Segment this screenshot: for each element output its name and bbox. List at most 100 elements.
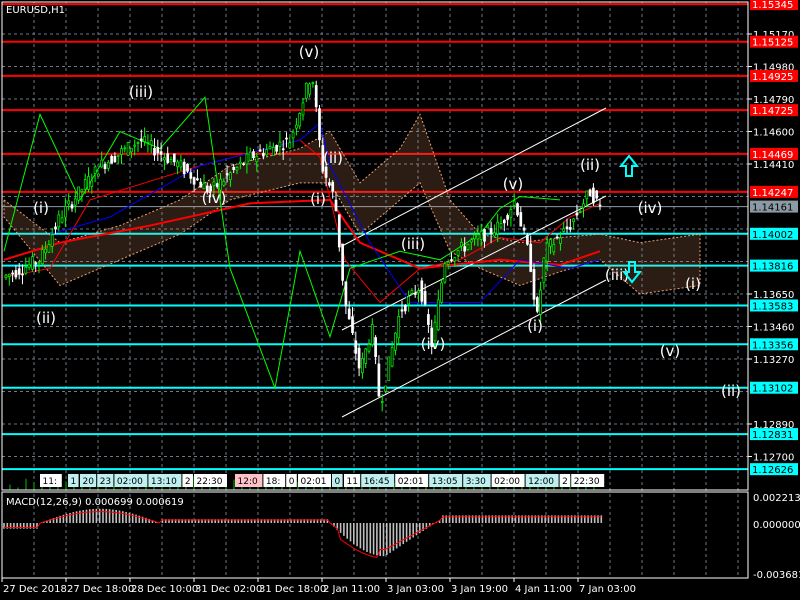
candle-body bbox=[502, 219, 506, 224]
candle-body bbox=[443, 263, 447, 283]
candle-body bbox=[265, 149, 269, 156]
candle-body bbox=[357, 347, 361, 369]
wave-label: (i) bbox=[33, 199, 49, 217]
session-tag: 22:30 bbox=[197, 477, 223, 487]
candle-body bbox=[377, 363, 381, 397]
candle-body bbox=[578, 211, 582, 213]
candle-body bbox=[199, 181, 203, 188]
candle-body bbox=[189, 172, 193, 179]
candle-body bbox=[460, 242, 463, 247]
candle-body bbox=[489, 228, 493, 235]
wave-label: (iv) bbox=[202, 189, 227, 207]
candle-body bbox=[182, 161, 186, 175]
candle-body bbox=[245, 153, 249, 165]
candle-body bbox=[311, 82, 315, 84]
candle-body bbox=[90, 180, 94, 187]
candle-body bbox=[397, 315, 401, 339]
candle-body bbox=[163, 157, 166, 161]
candle-body bbox=[367, 344, 371, 352]
price-tick: 1.12700 bbox=[753, 452, 794, 463]
candle-body bbox=[552, 243, 556, 253]
candle-body bbox=[446, 261, 450, 265]
candle-body bbox=[344, 281, 348, 307]
candle-body bbox=[519, 212, 523, 227]
candle-body bbox=[420, 280, 424, 302]
time-axis[interactable]: 27 Dec 2018 27 Dec 18:0028 Dec 10:0031 De… bbox=[1, 578, 636, 595]
candle-body bbox=[516, 203, 519, 216]
candle-body bbox=[318, 108, 321, 141]
candle-body bbox=[298, 113, 302, 127]
session-tag: 02:01 bbox=[301, 477, 327, 487]
candle-body bbox=[440, 282, 443, 303]
candle-body bbox=[262, 152, 265, 157]
candle-body bbox=[334, 199, 338, 212]
candle-body bbox=[27, 263, 31, 268]
candle-body bbox=[255, 155, 259, 163]
ichimoku-cloud bbox=[3, 113, 701, 295]
candle-body bbox=[331, 181, 335, 192]
session-tag: 12:00 bbox=[528, 477, 554, 487]
candle-body bbox=[545, 242, 549, 262]
candle-body bbox=[539, 289, 542, 315]
session-tag: 0 bbox=[289, 477, 295, 487]
candle-body bbox=[87, 176, 90, 190]
candle-body bbox=[116, 154, 120, 157]
session-tag: 11: bbox=[43, 477, 57, 487]
macd-tick: 0.002213 bbox=[753, 493, 800, 504]
candle-body bbox=[179, 160, 183, 168]
candle-body bbox=[370, 324, 374, 345]
candle-body bbox=[64, 206, 67, 218]
candle-body bbox=[364, 348, 368, 364]
cloud-fill bbox=[4, 114, 700, 294]
candle-body bbox=[57, 214, 61, 228]
candle-body bbox=[588, 189, 592, 197]
candle-body bbox=[427, 314, 430, 325]
candle-body bbox=[592, 187, 595, 204]
candle-body bbox=[390, 347, 394, 367]
candle-body bbox=[215, 183, 219, 187]
price-tick: 1.13650 bbox=[753, 290, 794, 301]
price-axis[interactable]: 1.151701.149801.147901.146001.144101.136… bbox=[748, 0, 798, 476]
candle-body bbox=[113, 156, 117, 163]
candle-body bbox=[582, 203, 585, 209]
candle-body bbox=[469, 239, 473, 243]
session-tag: 11 bbox=[347, 477, 358, 487]
candle-body bbox=[235, 167, 239, 171]
candle-body bbox=[403, 305, 407, 312]
candle-body bbox=[281, 148, 285, 151]
candle-body bbox=[304, 82, 308, 99]
session-tag: 02:00 bbox=[494, 477, 520, 487]
candle-body bbox=[417, 290, 420, 294]
time-label: 7 Jan 03:00 bbox=[579, 584, 636, 595]
candle-body bbox=[222, 181, 226, 186]
price-label: 1.14002 bbox=[752, 230, 793, 241]
candle-body bbox=[169, 159, 173, 163]
candle-body bbox=[423, 291, 427, 305]
candle-body bbox=[285, 137, 288, 140]
candle-body bbox=[351, 316, 354, 334]
price-tick: 1.14410 bbox=[753, 160, 794, 171]
candle-body bbox=[555, 236, 559, 239]
candle-body bbox=[450, 259, 453, 262]
candle-body bbox=[271, 147, 275, 156]
arrow-up-icon bbox=[618, 154, 640, 177]
candle-body bbox=[529, 243, 533, 272]
price-label: 1.15125 bbox=[752, 38, 793, 49]
candle-body bbox=[225, 173, 229, 176]
price-tick: 1.13460 bbox=[753, 322, 794, 333]
candle-body bbox=[34, 262, 38, 265]
candle-body bbox=[248, 151, 252, 161]
time-label: 27 Dec 18:00 bbox=[67, 584, 134, 595]
candle-body bbox=[463, 246, 467, 252]
candle-body bbox=[70, 204, 74, 209]
session-tag: 02:01 bbox=[398, 477, 424, 487]
candle-body bbox=[384, 385, 387, 392]
wave-label: (ii) bbox=[580, 156, 600, 174]
eurusd-h1-chart[interactable]: (i) (ii) (iii) (iv) (v) (i) (ii) (iii) (iv) (v) (i… bbox=[0, 0, 800, 600]
candle-body bbox=[93, 166, 97, 174]
candle-body bbox=[153, 147, 156, 156]
candle-body bbox=[196, 178, 199, 181]
candle-body bbox=[301, 102, 305, 116]
candle-body bbox=[347, 308, 351, 320]
session-tag: 18: bbox=[266, 477, 280, 487]
